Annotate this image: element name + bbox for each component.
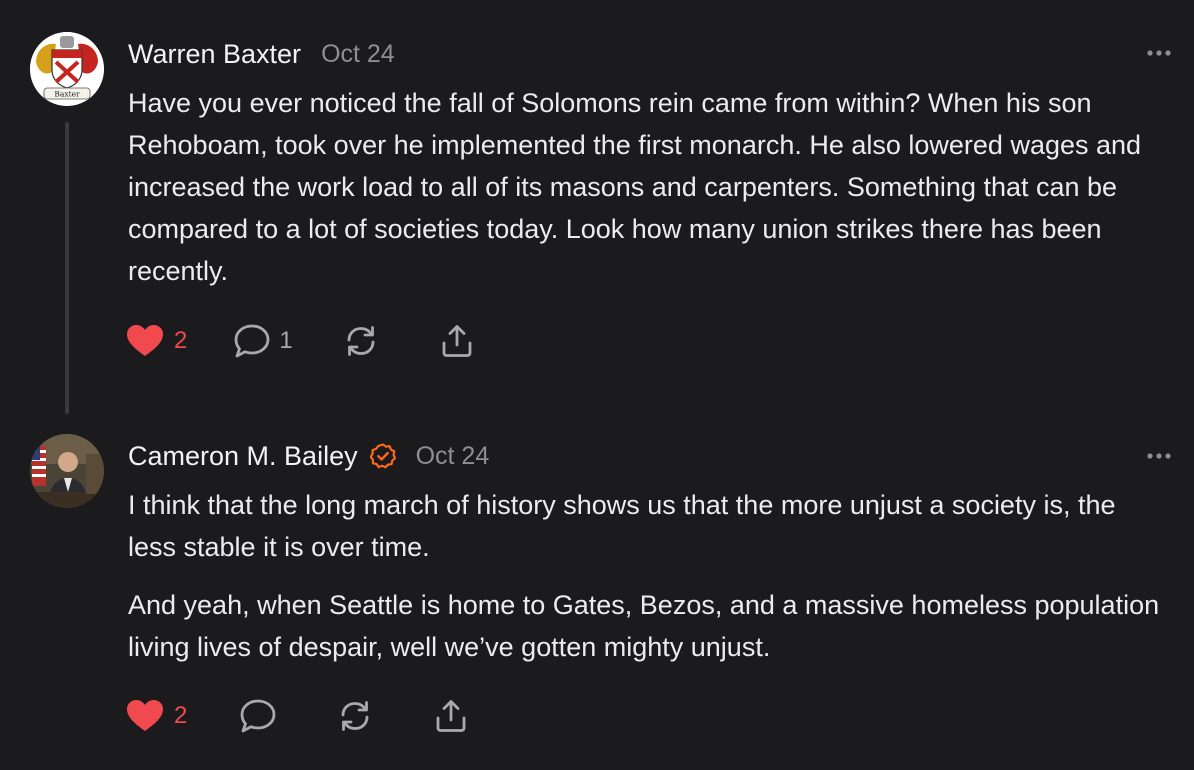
author-name[interactable]: Warren Baxter: [128, 39, 301, 70]
like-count: 2: [174, 327, 188, 354]
avatar-scroll-text: Baxter: [54, 90, 80, 99]
like-button[interactable]: 2: [126, 699, 187, 733]
comment-warren-baxter: Baxter Warren Baxter Oct 24 Have you eve…: [0, 0, 1194, 420]
thread-line: [65, 122, 69, 414]
restack-button[interactable]: [337, 698, 373, 734]
comment-paragraph: Have you ever noticed the fall of Solomo…: [128, 88, 1142, 286]
share-button[interactable]: [433, 698, 469, 734]
comment-paragraph: And yeah, when Seattle is home to Gates,…: [128, 590, 1160, 662]
verified-badge: [369, 443, 396, 469]
share-button[interactable]: [439, 323, 475, 359]
share-icon: [442, 325, 472, 357]
comment-icon: [234, 324, 270, 358]
verified-badge-icon: [369, 443, 396, 469]
comment-icon: [240, 699, 276, 733]
more-icon: [1147, 50, 1171, 56]
comment-header: Warren Baxter Oct 24: [128, 36, 395, 72]
restack-icon: [347, 326, 375, 356]
restack-icon: [341, 701, 369, 731]
reply-button[interactable]: 1: [233, 323, 293, 359]
comment-date[interactable]: Oct 24: [416, 442, 490, 471]
more-icon: [1147, 453, 1171, 459]
more-options-button[interactable]: [1146, 452, 1172, 460]
heart-icon: [127, 700, 163, 731]
heart-icon: [127, 325, 163, 356]
avatar[interactable]: [30, 434, 104, 508]
avatar[interactable]: Baxter: [30, 32, 104, 106]
like-button[interactable]: 2: [126, 324, 187, 358]
reply-count: 1: [279, 327, 293, 354]
more-options-button[interactable]: [1146, 49, 1172, 57]
comment-date[interactable]: Oct 24: [321, 40, 395, 69]
comment-body: I think that the long march of history s…: [128, 484, 1168, 668]
comment-cameron-bailey: Cameron M. Bailey Oct 24 I think that th…: [0, 420, 1194, 770]
comment-actions: 2: [126, 696, 469, 736]
comment-actions: 2 1: [126, 321, 475, 361]
comment-header: Cameron M. Bailey Oct 24: [128, 438, 489, 474]
restack-button[interactable]: [343, 323, 379, 359]
share-icon: [436, 700, 466, 732]
comment-body: Have you ever noticed the fall of Solomo…: [128, 82, 1168, 292]
like-count: 2: [174, 702, 188, 729]
author-name[interactable]: Cameron M. Bailey: [128, 441, 358, 472]
reply-button[interactable]: [239, 698, 277, 734]
comment-paragraph: I think that the long march of history s…: [128, 490, 1116, 562]
